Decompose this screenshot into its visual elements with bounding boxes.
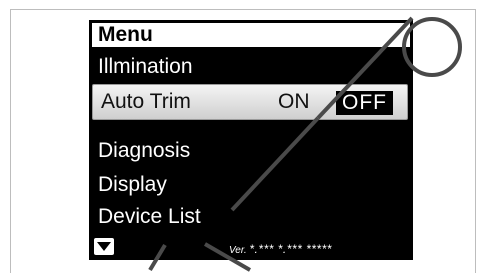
auto-trim-on-option[interactable]: ON: [278, 85, 310, 119]
version-value: *.*** *.*** *****: [249, 242, 332, 256]
triangle-down-icon: [97, 242, 111, 251]
scroll-down-button[interactable]: [94, 238, 114, 255]
menu-item-illmination[interactable]: Illmination: [89, 50, 413, 84]
version-text: Ver. *.*** *.*** *****: [229, 242, 413, 256]
menu-item-diagnosis[interactable]: Diagnosis: [89, 134, 413, 168]
version-prefix: Ver.: [229, 245, 247, 256]
menu-title: Menu: [89, 20, 413, 50]
menu-item-display[interactable]: Display: [89, 168, 413, 202]
auto-trim-off-option[interactable]: OFF: [336, 91, 393, 115]
device-screen: Menu Illmination Auto Trim ON OFF Diagno…: [89, 20, 413, 260]
menu-item-device-list[interactable]: Device List: [89, 200, 413, 234]
menu-item-auto-trim[interactable]: Auto Trim ON OFF: [92, 84, 408, 120]
menu-item-label: Auto Trim: [101, 90, 191, 113]
